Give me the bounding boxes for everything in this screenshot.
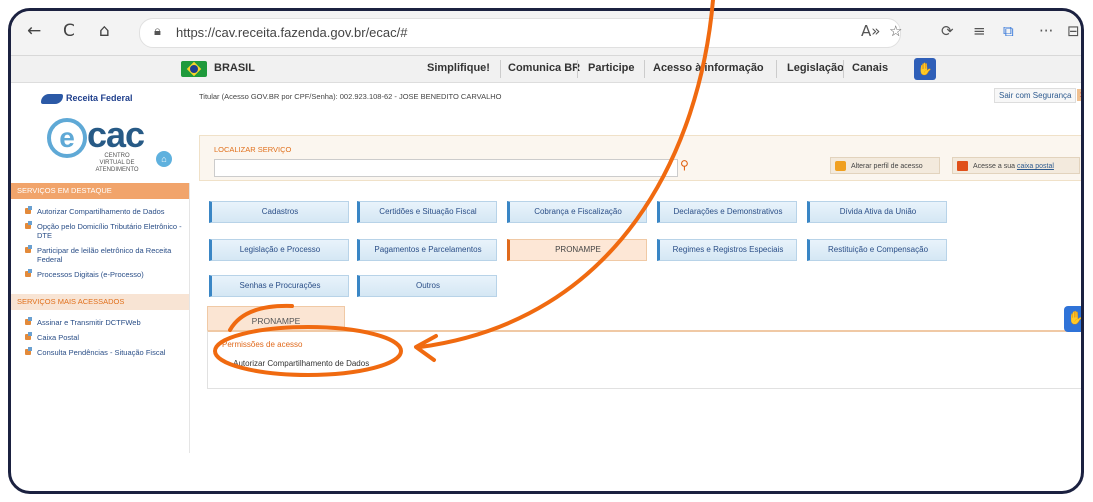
- sidebar-item-label: Autorizar Compartilhamento de Dados: [37, 207, 165, 216]
- titular-info: Titular (Acesso GOV.BR por CPF/Senha): 0…: [199, 92, 502, 101]
- divider: [577, 60, 578, 78]
- category-pagamentos[interactable]: Pagamentos e Parcelamentos: [357, 239, 497, 261]
- divider: [644, 60, 645, 78]
- bullet-icon: *: [222, 359, 226, 368]
- profile-icon: [835, 161, 846, 171]
- screenshot-frame: ← C ⌂ 🔒︎ https://cav.receita.fazenda.gov…: [8, 8, 1084, 494]
- pronampe-panel: Permissões de acesso * Autorizar Comparti…: [207, 330, 1081, 389]
- sidebar-item-caixa-postal[interactable]: Caixa Postal: [11, 330, 189, 345]
- sidebar-item-label: Processos Digitais (e-Processo): [37, 270, 144, 279]
- logout-close-icon[interactable]: x: [1077, 89, 1081, 101]
- mail-icon: [957, 161, 968, 171]
- bullet-icon: [25, 269, 32, 277]
- sidebar-item-label: Opção pelo Domicílio Tributário Eletrôni…: [37, 222, 182, 240]
- receita-federal-logo[interactable]: Receita Federal: [41, 93, 133, 104]
- sidebar-item-label: Caixa Postal: [37, 333, 80, 342]
- govbar-link-acesso-informacao[interactable]: Acesso à informação: [653, 62, 764, 74]
- receita-bird-icon: [41, 93, 63, 104]
- change-profile-button[interactable]: Alterar perfil de acesso: [830, 157, 940, 174]
- bullet-icon: [25, 332, 32, 340]
- bullet-icon: [25, 317, 32, 325]
- sidebar-item-dte[interactable]: Opção pelo Domicílio Tributário Eletrôni…: [11, 219, 189, 243]
- home-icon[interactable]: ⌂: [156, 151, 172, 167]
- url-text[interactable]: https://cav.receita.fazenda.gov.br/ecac/…: [176, 25, 407, 40]
- change-profile-label: Alterar perfil de acesso: [851, 163, 923, 170]
- category-cadastros[interactable]: Cadastros: [209, 201, 349, 223]
- category-regimes[interactable]: Regimes e Registros Especiais: [657, 239, 797, 261]
- sidebar-item-dctfweb[interactable]: Assinar e Transmitir DCTFWeb: [11, 315, 189, 330]
- category-senhas[interactable]: Senhas e Procurações: [209, 275, 349, 297]
- divider: [776, 60, 777, 78]
- brazil-flag-icon: [181, 61, 207, 77]
- sidebar: SERVIÇOS EM DESTAQUE Autorizar Compartil…: [11, 183, 190, 453]
- featured-services-title: SERVIÇOS EM DESTAQUE: [11, 183, 189, 199]
- sidebar-item-label: Consulta Pendências - Situação Fiscal: [37, 348, 166, 357]
- most-accessed-title: SERVIÇOS MAIS ACESSADOS: [11, 294, 189, 310]
- read-aloud-icon[interactable]: A»: [861, 22, 880, 40]
- service-link-label: Autorizar Compartilhamento de Dados: [233, 359, 370, 368]
- favorite-star-icon[interactable]: ☆: [889, 22, 902, 40]
- divider: [843, 60, 844, 78]
- sidebar-item-leilao[interactable]: Participar de leilão eletrônico da Recei…: [11, 243, 189, 267]
- service-search-input[interactable]: [214, 159, 678, 177]
- lock-icon: 🔒︎: [154, 24, 161, 39]
- divider: [500, 60, 501, 78]
- govbar-link-participe[interactable]: Participe: [588, 62, 634, 74]
- favorites-list-icon[interactable]: ≡: [973, 22, 986, 40]
- govbar-link-legislacao[interactable]: Legislação: [787, 62, 844, 74]
- brasil-link[interactable]: BRASIL: [214, 62, 255, 74]
- accessibility-icon[interactable]: ✋: [914, 58, 936, 80]
- collections-icon[interactable]: ⧉: [1003, 22, 1014, 40]
- category-grid: Cadastros Certidões e Situação Fiscal Co…: [199, 183, 1081, 313]
- service-link-autorizar[interactable]: * Autorizar Compartilhamento de Dados: [222, 359, 369, 368]
- category-pronampe[interactable]: PRONAMPE: [507, 239, 647, 261]
- browser-toolbar: ← C ⌂ 🔒︎ https://cav.receita.fazenda.gov…: [11, 11, 1081, 56]
- address-bar[interactable]: 🔒︎ https://cav.receita.fazenda.gov.br/ec…: [139, 18, 901, 48]
- ecac-e-icon: e: [47, 118, 87, 158]
- search-icon[interactable]: ⚲: [680, 158, 689, 172]
- sidebar-toggle-icon[interactable]: ⊟: [1067, 22, 1080, 40]
- bullet-icon: [25, 245, 32, 253]
- vlibras-hand-icon[interactable]: ✋: [1064, 306, 1081, 332]
- home-button[interactable]: ⌂: [99, 21, 110, 41]
- sidebar-item-autorizar[interactable]: Autorizar Compartilhamento de Dados: [11, 204, 189, 219]
- category-declaracoes[interactable]: Declarações e Demonstrativos: [657, 201, 797, 223]
- mailbox-link[interactable]: caixa postal: [1017, 163, 1054, 170]
- tab-pronampe[interactable]: PRONAMPE: [207, 306, 345, 331]
- search-label: LOCALIZAR SERVIÇO: [214, 145, 292, 154]
- ecac-logo[interactable]: e cac CENTRO VIRTUAL DE ATENDIMENTO: [47, 114, 145, 173]
- page-header: Receita Federal e cac CENTRO VIRTUAL DE …: [11, 83, 1081, 183]
- category-cobranca[interactable]: Cobrança e Fiscalização: [507, 201, 647, 223]
- more-menu-icon[interactable]: ···: [1039, 22, 1053, 40]
- bullet-icon: [25, 221, 32, 229]
- category-certidoes[interactable]: Certidões e Situação Fiscal: [357, 201, 497, 223]
- category-divida-ativa[interactable]: Dívida Ativa da União: [807, 201, 947, 223]
- ecac-logo-text: cac: [87, 114, 145, 155]
- govbar-link-canais[interactable]: Canais: [852, 62, 888, 74]
- category-outros[interactable]: Outros: [357, 275, 497, 297]
- sidebar-item-eprocesso[interactable]: Processos Digitais (e-Processo): [11, 267, 189, 282]
- search-panel: LOCALIZAR SERVIÇO ⚲ Alterar perfil de ac…: [199, 135, 1081, 181]
- mailbox-button[interactable]: Acesse a sua caixa postal: [952, 157, 1080, 174]
- bullet-icon: [25, 206, 32, 214]
- reload-button[interactable]: C: [63, 21, 75, 41]
- govbar-link-simplifique[interactable]: Simplifique!: [427, 62, 490, 74]
- category-restituicao[interactable]: Restituição e Compensação: [807, 239, 947, 261]
- bullet-icon: [25, 347, 32, 355]
- back-button[interactable]: ←: [27, 21, 41, 41]
- org-name: Receita Federal: [66, 93, 133, 103]
- sidebar-item-label: Assinar e Transmitir DCTFWeb: [37, 318, 141, 327]
- category-legislacao[interactable]: Legislação e Processo: [209, 239, 349, 261]
- permissions-title: Permissões de acesso: [222, 340, 303, 349]
- mailbox-prefix: Acesse a sua: [973, 163, 1017, 170]
- logout-button[interactable]: Sair com Segurança: [994, 88, 1077, 103]
- gov-bar: BRASIL Simplifique! Comunica BR Particip…: [11, 56, 1081, 83]
- sidebar-item-pendencias[interactable]: Consulta Pendências - Situação Fiscal: [11, 345, 189, 360]
- sidebar-item-label: Participar de leilão eletrônico da Recei…: [37, 246, 172, 264]
- ecac-subtitle: CENTRO VIRTUAL DE ATENDIMENTO: [95, 153, 139, 173]
- extensions-icon[interactable]: ⟳: [941, 22, 954, 40]
- govbar-link-comunica[interactable]: Comunica BR: [508, 62, 580, 74]
